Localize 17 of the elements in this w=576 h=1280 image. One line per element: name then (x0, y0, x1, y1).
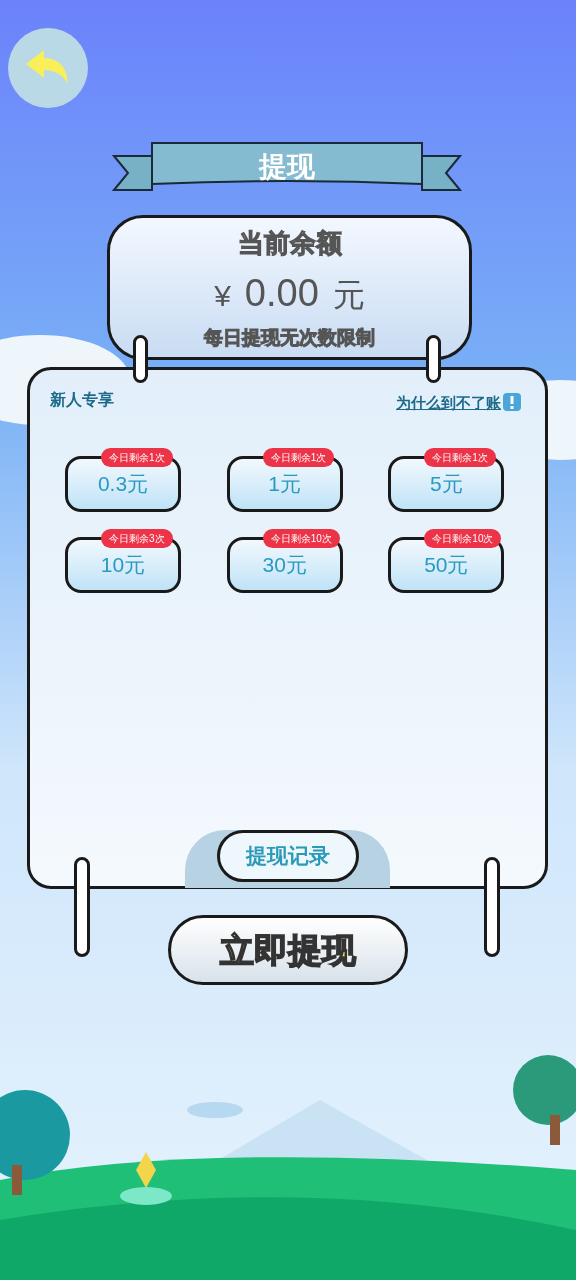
remaining-count-badge: 今日剩余10次 (262, 529, 340, 548)
help-link[interactable]: 为什么到不了账 (396, 392, 501, 415)
remaining-count-badge: 今日剩余1次 (424, 448, 496, 467)
currency-unit: 元 (332, 276, 365, 315)
balance-amount: 0.00 (244, 271, 319, 316)
page-title: 提现 (257, 150, 316, 184)
alert-icon (503, 393, 521, 411)
balance-label: 当前余额 (237, 227, 342, 260)
remaining-count-badge: 今日剩余3次 (101, 529, 173, 548)
withdraw-history-button[interactable]: 提现记录 (217, 830, 359, 882)
section-label: 新人专享 (50, 390, 114, 410)
currency-symbol: ¥ (214, 278, 231, 314)
remaining-count-badge: 今日剩余1次 (262, 448, 335, 467)
remaining-count-badge: 今日剩余1次 (101, 448, 173, 467)
withdraw-limit-note: 每日提现无次数限制 (204, 326, 375, 350)
withdraw-now-button[interactable]: 立即提现 (168, 915, 408, 985)
remaining-count-badge: 今日剩余10次 (424, 529, 502, 548)
